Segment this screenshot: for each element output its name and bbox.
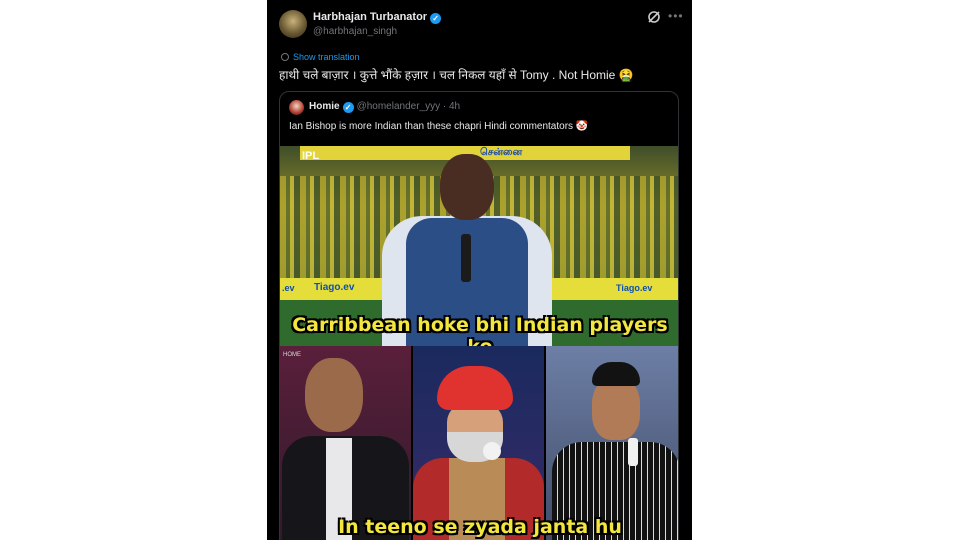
verified-badge-icon: ✓ xyxy=(430,13,442,24)
show-translation-label[interactable]: Show translation xyxy=(293,52,360,62)
quoted-author-row[interactable]: Homie ✓ @homelander_yyy · 4h xyxy=(309,101,460,113)
show-translation-link[interactable]: Show translation xyxy=(281,52,360,62)
verified-badge-icon: ✓ xyxy=(342,102,354,113)
meme-caption-bottom: In teeno se zyada janta hu xyxy=(338,516,622,538)
ad-board-text-mid: Tiago.ev xyxy=(314,282,355,293)
person-right-cap xyxy=(592,362,640,386)
ad-board-text-right: Tiago.ev xyxy=(616,283,653,293)
translate-icon xyxy=(281,53,289,61)
author-name-row[interactable]: Harbhajan Turbanator ✓ xyxy=(313,11,442,24)
tweet-text: हाथी चले बाज़ार । कुत्ते भौंके हज़ार । च… xyxy=(279,68,634,82)
microphone-icon xyxy=(628,438,638,466)
person-right-head xyxy=(592,378,640,440)
microphone-icon xyxy=(461,234,471,282)
author-handle[interactable]: @harbhajan_singh xyxy=(313,26,397,37)
meme-subpanel-right xyxy=(546,346,678,540)
author-display-name[interactable]: Harbhajan Turbanator xyxy=(313,11,427,23)
presenter-head xyxy=(440,154,494,220)
more-icon[interactable]: ••• xyxy=(668,9,684,23)
meme-caption-top: Carribbean hoke bhi Indian players ko xyxy=(292,314,668,346)
tweet-card: Harbhajan Turbanator ✓ @harbhajan_singh •… xyxy=(267,0,692,540)
grok-icon[interactable] xyxy=(647,10,661,24)
meme-subpanel-left: HOME xyxy=(280,346,411,540)
quoted-author-handle-time[interactable]: @homelander_yyy · 4h xyxy=(357,101,461,112)
quoted-author-avatar[interactable] xyxy=(289,100,304,115)
ipl-logo: IPL xyxy=(302,150,320,162)
meme-image[interactable]: சென்னை IPL .ev Tiago.ev Tiago.ev Carribb… xyxy=(280,146,678,540)
meme-panel-top: சென்னை IPL .ev Tiago.ev Tiago.ev Carribb… xyxy=(280,146,678,346)
person-left-head xyxy=(305,358,363,432)
person-middle-turban xyxy=(437,366,513,410)
ad-board-text-left: .ev xyxy=(282,283,295,293)
author-avatar[interactable] xyxy=(279,10,307,38)
quoted-author-name[interactable]: Homie xyxy=(309,101,340,112)
quoted-tweet[interactable]: Homie ✓ @homelander_yyy · 4h Ian Bishop is… xyxy=(279,91,679,540)
microphone-icon xyxy=(483,442,501,460)
meme-panel-bottom: HOME xyxy=(280,346,678,540)
meme-subpanel-middle xyxy=(413,346,544,540)
stand-banner-text: சென்னை xyxy=(480,147,523,158)
quoted-tweet-text: Ian Bishop is more Indian than these cha… xyxy=(289,121,589,132)
meme-subpanel-label: HOME xyxy=(283,352,301,358)
